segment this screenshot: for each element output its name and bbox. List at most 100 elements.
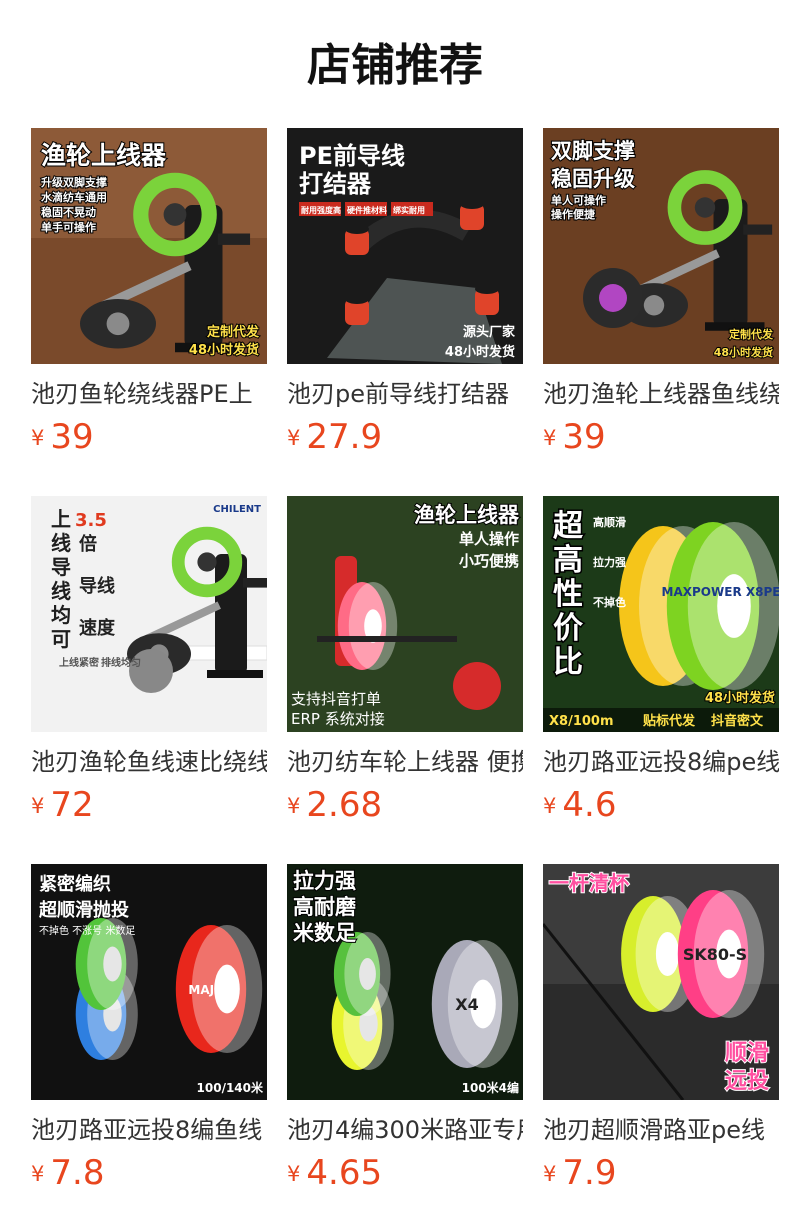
product-card[interactable]: PE前导线 打结器 耐用强度高 硬件推材料 绑实耐用 源头厂家 48小时发货 池刃pe前导线打…	[287, 128, 523, 457]
image-caption-text: 定制代发	[729, 327, 774, 341]
product-price: ¥7.8	[31, 1151, 104, 1195]
product-name[interactable]: 池刃路亚远投8编鱼线	[31, 1114, 267, 1146]
image-caption-text: 双脚支撑	[551, 139, 635, 163]
price-value: 7.8	[50, 1153, 105, 1193]
image-caption-char: 线	[51, 531, 71, 555]
product-image[interactable]: PE前导线 打结器 耐用强度高 硬件推材料 绑实耐用 源头厂家 48小时发货	[287, 128, 523, 364]
price-value: 7.9	[562, 1153, 617, 1193]
store-recommendations-page: 店铺推荐 渔轮上线器 升级双脚支撑 水滴纺车通用 稳固不晃动 单手可操作 定制代发 48小时…	[0, 0, 790, 1232]
image-caption-text: 单手可操作	[41, 220, 96, 234]
image-caption-text: ERP 系统对接	[291, 710, 385, 728]
product-label-text: X4	[455, 995, 478, 1014]
image-caption-text: CHILENT	[213, 504, 261, 515]
product-name[interactable]: 池刃4编300米路亚专用	[287, 1114, 523, 1146]
image-caption-text: 稳固升级	[551, 167, 635, 191]
product-name[interactable]: 池刃渔轮上线器鱼线绕	[543, 378, 779, 410]
image-caption-text: 远投	[725, 1069, 769, 1094]
product-card[interactable]: MAXPOWER X8PE 超高性价比 高顺滑 拉力强 不掉色 48小时发货 X8/100m…	[543, 496, 779, 825]
product-image[interactable]: 渔轮上线器单人操作小巧便携支持抖音打单 ERP 系统对接	[287, 496, 523, 732]
product-card[interactable]: 渔轮上线器升级双脚支撑 水滴纺车通用 稳固不晃动 单手可操作定制代发 48小时发货池刃鱼…	[31, 128, 267, 457]
image-caption-text: 价	[553, 611, 583, 646]
price-value: 72	[50, 785, 94, 825]
image-caption-text: 操作便捷	[551, 207, 596, 221]
image-caption-text: 速度	[79, 617, 116, 639]
product-image[interactable]: X4 拉力强 高耐磨 米数足 100米4编	[287, 864, 523, 1100]
currency-symbol: ¥	[287, 1162, 301, 1186]
price-value: 4.6	[562, 785, 617, 825]
product-name[interactable]: 池刃纺车轮上线器 便携	[287, 746, 523, 778]
image-caption-text: 米数足	[293, 921, 356, 945]
image-caption-text: 高耐磨	[293, 895, 356, 919]
image-caption-char: 可	[51, 627, 71, 651]
image-caption-text: 硬件推材料	[347, 205, 387, 215]
image-caption-text: 上线紧密	[59, 656, 99, 669]
image-caption-text: 3.5	[75, 510, 107, 531]
pe-line-spool-photo: MAXPOWER X8PE 超高性价比 高顺滑拉力强不掉色 48小时发货 X8/100m…	[543, 496, 779, 732]
image-caption-text: 倍	[79, 533, 97, 555]
product-card[interactable]: CHILENT 上线导线均可 3.5倍导线速度上线紧密排线均匀池刃渔轮鱼线速比绕线器…	[31, 496, 267, 825]
image-caption-text: 水滴纺车通用	[41, 190, 107, 204]
product-image[interactable]: MAJOR 紧密编织 超顺滑抛投 不掉色 不涨号 米数足 100/140米	[31, 864, 267, 1100]
image-caption-text: 48小时发货	[714, 345, 773, 359]
line-winder-photo: 双脚支撑稳固升级单人可操作操作便捷定制代发 48小时发货	[543, 128, 779, 364]
product-price: ¥72	[31, 783, 94, 827]
line-winder-photo: 渔轮上线器升级双脚支撑水滴纺车通用稳固不晃动单手可操作定制代发 48小时发货	[31, 128, 267, 364]
product-price: ¥7.9	[543, 1151, 616, 1195]
product-name[interactable]: 池刃pe前导线打结器	[287, 378, 523, 410]
line-winder-photo: CHILENT 上线导线均可 3.5倍导线速度上线紧密 排线均匀	[31, 496, 267, 732]
product-name[interactable]: 池刃路亚远投8编pe线	[543, 746, 779, 778]
image-caption-text: 拉力强	[593, 555, 626, 569]
spool-winder-photo: 渔轮上线器单人操作小巧便携支持抖音打单 ERP 系统对接	[287, 496, 523, 732]
product-image[interactable]: 双脚支撑 稳固升级 单人可操作 操作便捷 定制代发 48小时发货	[543, 128, 779, 364]
image-caption-text: 不掉色 不涨号 米数足	[39, 924, 135, 937]
image-caption-text: 单人操作	[459, 530, 519, 548]
image-caption-text: 拉力强	[293, 869, 356, 893]
product-price: ¥27.9	[287, 415, 382, 459]
product-card[interactable]: X4 拉力强 高耐磨 米数足 100米4编 池刃4编300米路亚专用 ¥4.65	[287, 864, 523, 1193]
currency-symbol: ¥	[31, 1162, 45, 1186]
product-price: ¥4.65	[287, 1151, 382, 1195]
image-caption-text: 48小时发货	[705, 690, 775, 706]
product-label-text: SK80-S	[683, 945, 747, 964]
image-caption-text: 高	[553, 543, 583, 578]
product-price: ¥39	[543, 415, 606, 459]
product-image[interactable]: CHILENT 上线导线均可 3.5 倍导线 速度 上线紧密 排线均匀	[31, 496, 267, 732]
product-image[interactable]: 渔轮上线器升级双脚支撑 水滴纺车通用 稳固不晃动 单手可操作定制代发 48小时发货	[31, 128, 267, 364]
image-caption-text: 超	[553, 509, 584, 544]
product-name[interactable]: 池刃超顺滑路亚pe线	[543, 1114, 779, 1146]
product-name[interactable]: 池刃鱼轮绕线器PE上	[31, 378, 267, 410]
product-card[interactable]: 双脚支撑 稳固升级 单人可操作 操作便捷 定制代发 48小时发货 池刃渔轮上线器鱼线绕 ¥39	[543, 128, 779, 457]
product-card[interactable]: 渔轮上线器单人操作小巧便携支持抖音打单 ERP 系统对接池刃纺车轮上线器 便携 ¥2…	[287, 496, 523, 825]
currency-symbol: ¥	[287, 794, 301, 818]
product-label-text: MAXPOWER X8PE	[662, 585, 779, 599]
product-image[interactable]: MAXPOWER X8PE 超高性价比 高顺滑 拉力强 不掉色 48小时发货 X8/100m…	[543, 496, 779, 732]
page-title: 店铺推荐	[307, 40, 483, 91]
product-card[interactable]: SK80-S 一杆清杯 顺滑 远投 池刃超顺滑路亚pe线 ¥7.9	[543, 864, 779, 1193]
image-caption-text: 排线均匀	[101, 656, 141, 669]
product-name[interactable]: 池刃渔轮鱼线速比绕线器	[31, 746, 267, 778]
image-caption-text: 打结器	[299, 170, 372, 198]
image-caption-text: 100/140米	[197, 1080, 264, 1095]
price-value: 27.9	[306, 417, 383, 457]
image-caption-text: 渔轮上线器	[414, 503, 520, 527]
image-caption-text: 48小时发货	[445, 344, 515, 360]
image-caption-text: 支持抖音打单	[291, 690, 381, 708]
image-caption-text: 高顺滑	[593, 515, 626, 529]
price-value: 2.68	[306, 785, 383, 825]
price-value: 4.65	[306, 1153, 383, 1193]
image-caption-text: 渔轮上线器	[41, 141, 167, 170]
image-caption-text: 稳固不晃动	[41, 205, 96, 219]
image-caption-text: 导线	[79, 575, 115, 597]
image-caption-text: 绑实耐用	[393, 205, 425, 215]
currency-symbol: ¥	[543, 1162, 557, 1186]
knot-tool-photo: PE前导线打结器耐用强度高 硬件推材料 绑实耐用源头厂家 48小时发货	[287, 128, 523, 364]
image-caption-text: 源头厂家	[463, 324, 516, 340]
image-caption-text: 抖音密文	[711, 713, 764, 729]
image-caption-text: 小巧便携	[459, 552, 519, 570]
image-caption-text: 定制代发	[206, 324, 260, 340]
product-card[interactable]: MAJOR 紧密编织 超顺滑抛投 不掉色 不涨号 米数足 100/140米 池刃路亚远投8…	[31, 864, 267, 1193]
product-image[interactable]: SK80-S 一杆清杯 顺滑 远投	[543, 864, 779, 1100]
image-caption-text: 顺滑	[725, 1041, 769, 1066]
image-caption-text: 升级双脚支撑	[41, 175, 107, 189]
image-caption-text: 48小时发货	[189, 342, 259, 358]
